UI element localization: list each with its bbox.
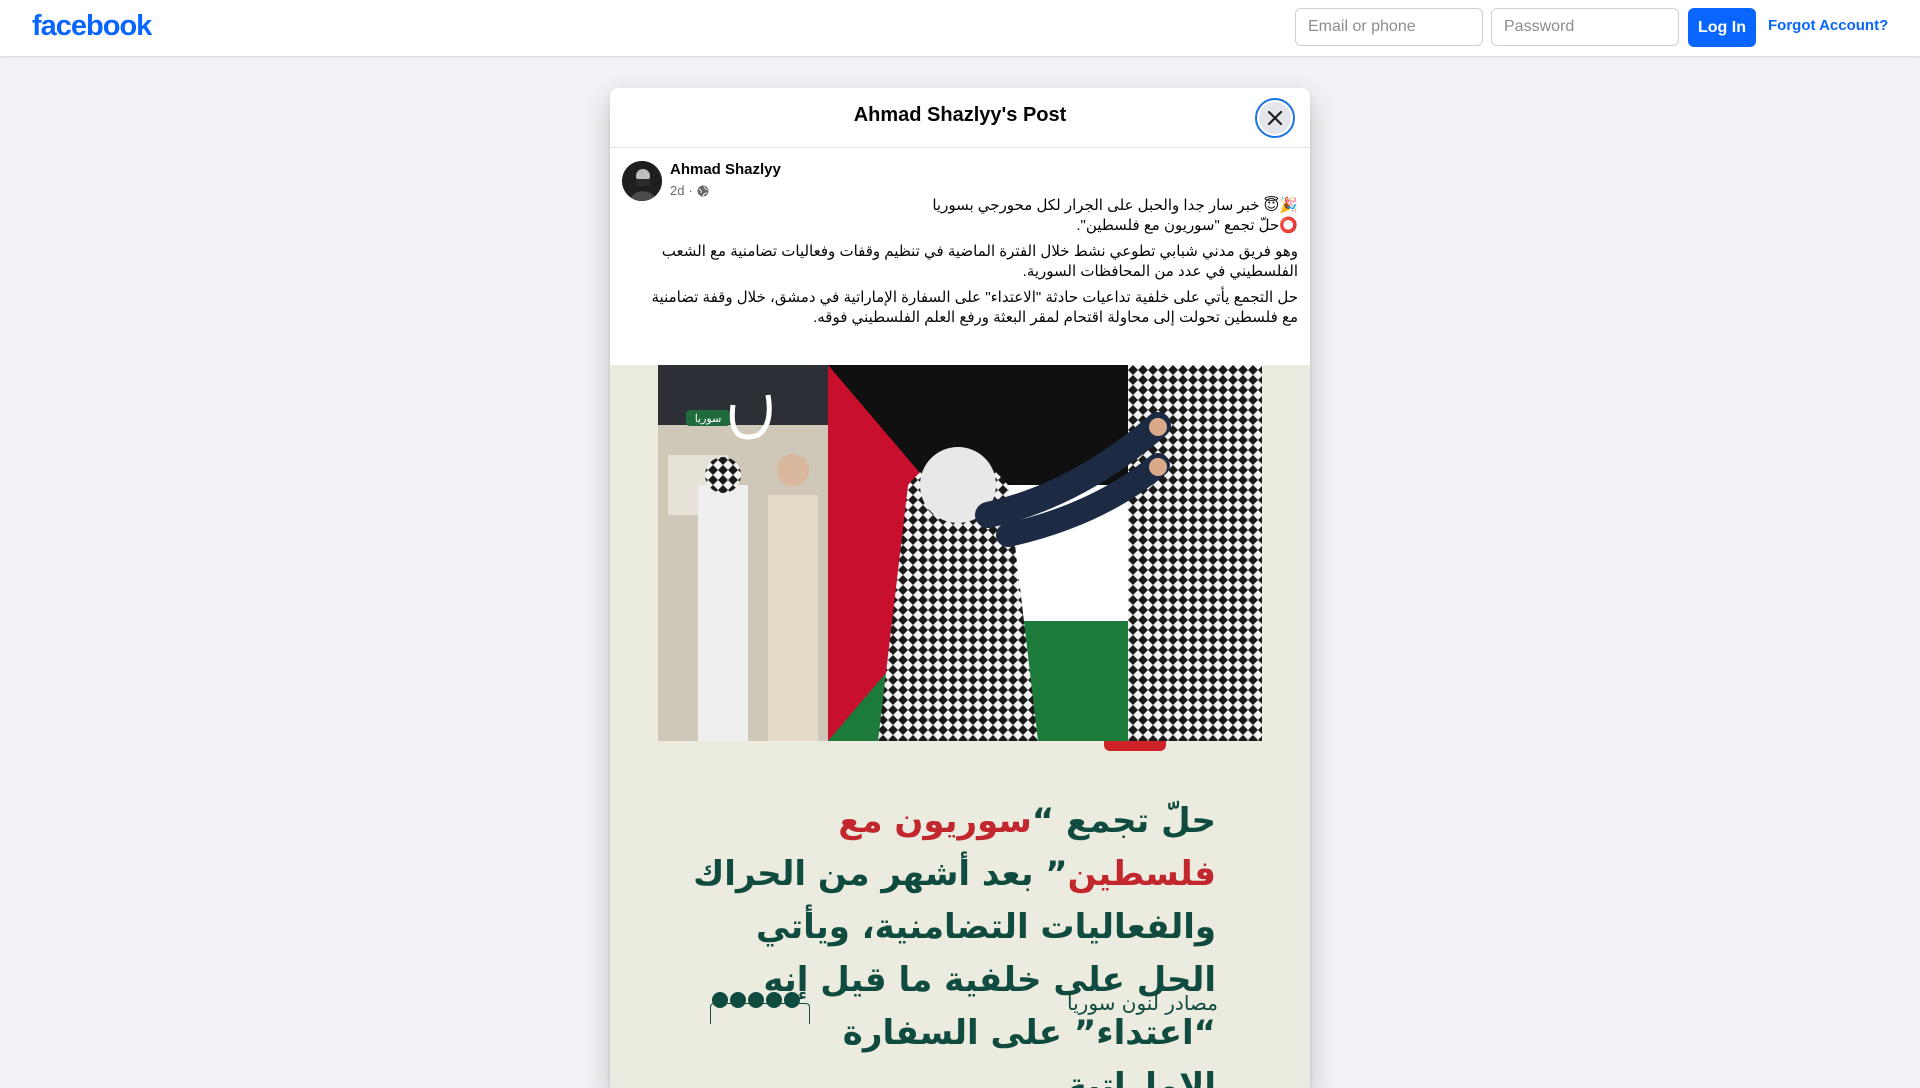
post-line: وهو فريق مدني شبابي تطوعي نشط خلال الفتر… <box>661 243 1298 280</box>
card-accent <box>1104 741 1166 751</box>
top-navigation-bar: facebook Log In Forgot Account? <box>0 0 1920 56</box>
post-line: حل التجمع يأتي على خلفية تداعيات حادثة "… <box>651 289 1299 326</box>
post-line: ⭕حلّ تجمع "سوريون مع فلسطين". <box>1076 217 1298 234</box>
globe-icon <box>697 185 709 196</box>
image-sources: مصادر لنون سوريا <box>1067 991 1218 1015</box>
headline-text: حلّ تجمع “ <box>1031 801 1216 841</box>
close-icon <box>1267 110 1283 126</box>
post-message: 🎉😇 خبر سار جدا والحبل على الجرار لكل محو… <box>650 196 1299 334</box>
forgot-account-link[interactable]: Forgot Account? <box>1768 17 1888 34</box>
dialog-title: Ahmad Shazlyy's Post <box>853 104 1067 126</box>
card-headline: حلّ تجمع “سوريون مع فلسطين” بعد أشهر من … <box>688 795 1216 1088</box>
avatar-photo <box>622 161 662 201</box>
log-in-button[interactable]: Log In <box>1688 8 1756 47</box>
author-name[interactable]: Ahmad Shazlyy <box>670 161 781 178</box>
email-field[interactable] <box>1295 8 1483 46</box>
facebook-logo[interactable]: facebook <box>32 10 152 43</box>
dialog-header: Ahmad Shazlyy's Post <box>610 88 1310 148</box>
post-line: 🎉😇 خبر سار جدا والحبل على الجرار لكل محو… <box>932 197 1298 214</box>
close-button[interactable] <box>1255 98 1295 138</box>
photo-illustration: سوريا <box>658 365 1262 741</box>
social-frame <box>710 1003 810 1024</box>
post-photo: سوريا <box>658 365 1262 741</box>
photo-badge: سوريا <box>695 412 722 425</box>
author-avatar[interactable] <box>622 161 662 201</box>
post-dialog: Ahmad Shazlyy's Post Ahmad Shazlyy 2d · … <box>610 88 1310 1088</box>
headline-card: حلّ تجمع “سوريون مع فلسطين” بعد أشهر من … <box>658 741 1262 1088</box>
password-field[interactable] <box>1491 8 1679 46</box>
post-image[interactable]: سوريا حلّ تجمع “سوريون مع فلسطين” بعد أش… <box>610 365 1310 1088</box>
